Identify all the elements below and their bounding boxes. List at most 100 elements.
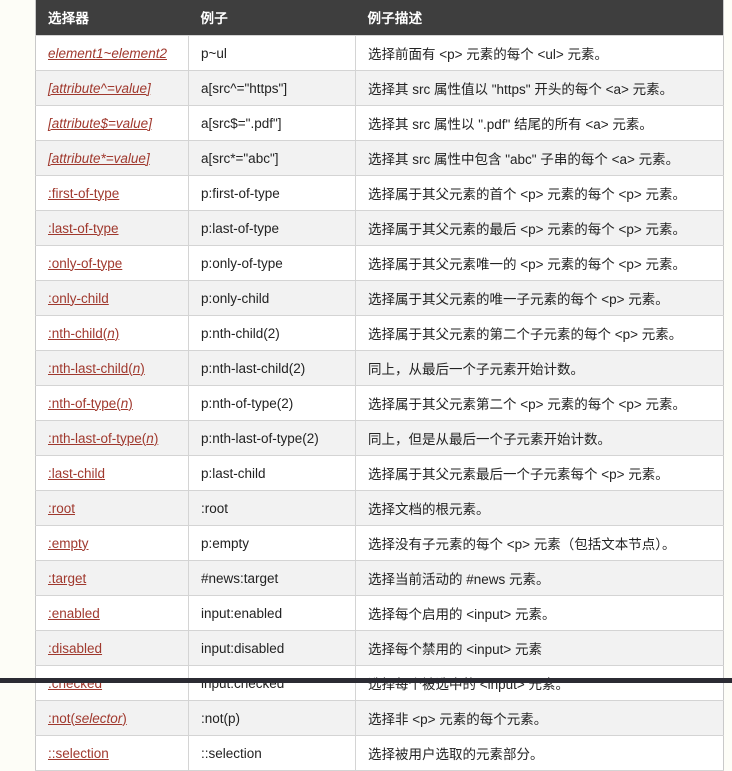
table-row: ::selection::selection 选择被用户选取的元素部分。 <box>35 735 724 771</box>
description-cell: 选择属于其父元素的第二个子元素的每个 <p> 元素。 <box>355 315 724 351</box>
description-cell: 选择前面有 <p> 元素的每个 <ul> 元素。 <box>355 35 724 71</box>
selector-link-prefix: :nth-of-type( <box>48 395 121 411</box>
description-cell: 选择属于其父元素的唯一子元素的每个 <p> 元素。 <box>355 280 724 316</box>
table-row: :target #news:target 选择当前活动的 #news 元素。 <box>35 560 724 596</box>
description-cell: 选择每个启用的 <input> 元素。 <box>355 595 724 631</box>
example-cell: p:first-of-type <box>188 175 356 211</box>
selector-cell: :last-child <box>35 455 189 491</box>
column-header-selector: 选择器 <box>35 0 189 36</box>
selector-cell: :first-of-type <box>35 175 189 211</box>
example-cell: ::selection <box>188 735 356 771</box>
table-row: [attribute$=value] a[src$=".pdf"] 选择其 src … <box>35 105 724 141</box>
selector-link[interactable]: :disabled <box>48 641 102 656</box>
example-cell: a[src*="abc"] <box>188 140 356 176</box>
selector-cell: [attribute$=value] <box>35 105 189 141</box>
description-cell: 选择每个被选中的 <input> 元素。 <box>355 665 724 701</box>
description-cell: 选择没有子元素的每个 <p> 元素（包括文本节点）。 <box>355 525 724 561</box>
example-cell: p:nth-child(2) <box>188 315 356 351</box>
selector-link[interactable]: [attribute*=value] <box>48 151 150 166</box>
selector-link[interactable]: :nth-child(n) <box>48 326 119 341</box>
selector-cell: :checked <box>35 665 189 701</box>
selector-cell: :target <box>35 560 189 596</box>
selector-cell: :only-of-type <box>35 245 189 281</box>
description-cell: 同上，从最后一个子元素开始计数。 <box>355 350 724 386</box>
description-cell: 选择属于其父元素最后一个子元素每个 <p> 元素。 <box>355 455 724 491</box>
table-header: 选择器 例子 例子描述 <box>35 0 724 36</box>
selector-link[interactable]: :root <box>48 501 75 516</box>
selector-link-argument: n <box>107 325 115 341</box>
example-cell: p:only-child <box>188 280 356 316</box>
selector-cell: ::selection <box>35 735 189 771</box>
table-row: :last-of-type p:last-of-type 选择属于其父元素的最后 <… <box>35 210 724 246</box>
selector-link-suffix: ) <box>140 360 145 376</box>
example-cell: p:last-child <box>188 455 356 491</box>
selector-cell: :nth-last-of-type(n) <box>35 420 189 456</box>
selector-link[interactable]: ::selection <box>48 746 109 761</box>
selector-link[interactable]: :only-of-type <box>48 256 122 271</box>
selector-link[interactable]: :empty <box>48 536 89 551</box>
selector-link[interactable]: :nth-last-of-type(n) <box>48 431 158 446</box>
description-cell: 选择文档的根元素。 <box>355 490 724 526</box>
description-cell: 同上，但是从最后一个子元素开始计数。 <box>355 420 724 456</box>
selector-cell: :nth-of-type(n) <box>35 385 189 421</box>
column-header-example: 例子 <box>188 0 356 36</box>
selector-link-suffix: ) <box>128 395 133 411</box>
table-row: :first-of-type p:first-of-type 选择属于其父元素的首个… <box>35 175 724 211</box>
example-cell: a[src^="https"] <box>188 70 356 106</box>
table-row: :empty p:empty 选择没有子元素的每个 <p> 元素（包括文本节点）。 <box>35 525 724 561</box>
selector-link-prefix: :nth-last-of-type( <box>48 430 147 446</box>
selector-link[interactable]: :last-child <box>48 466 105 481</box>
description-cell: 选择被用户选取的元素部分。 <box>355 735 724 771</box>
table-row: [attribute*=value] a[src*="abc"] 选择其 src 属… <box>35 140 724 176</box>
selector-cell: :root <box>35 490 189 526</box>
table-row: [attribute^=value] a[src^="https"] 选择其 src… <box>35 70 724 106</box>
selector-link[interactable]: :only-child <box>48 291 109 306</box>
table-body: element1~element2 p~ul 选择前面有 <p> 元素的每个 <ul… <box>35 35 724 771</box>
selector-cell: :enabled <box>35 595 189 631</box>
example-cell: :not(p) <box>188 700 356 736</box>
selector-link[interactable]: [attribute^=value] <box>48 81 151 96</box>
table-row: :not(selector) :not(p) 选择非 <p> 元素的每个元素。 <box>35 700 724 736</box>
selector-link[interactable]: :target <box>48 571 86 586</box>
example-cell: a[src$=".pdf"] <box>188 105 356 141</box>
example-cell: p~ul <box>188 35 356 71</box>
selector-cell: :not(selector) <box>35 700 189 736</box>
example-cell: #news:target <box>188 560 356 596</box>
selector-cell: :nth-last-child(n) <box>35 350 189 386</box>
description-cell: 选择非 <p> 元素的每个元素。 <box>355 700 724 736</box>
selector-cell: :nth-child(n) <box>35 315 189 351</box>
selector-cell: element1~element2 <box>35 35 189 71</box>
example-cell: p:nth-last-of-type(2) <box>188 420 356 456</box>
table-row: :nth-of-type(n) p:nth-of-type(2) 选择属于其父元素第… <box>35 385 724 421</box>
table-header-row: 选择器 例子 例子描述 <box>35 0 724 36</box>
example-cell: :root <box>188 490 356 526</box>
selector-cell: :only-child <box>35 280 189 316</box>
selector-link-prefix: :nth-child( <box>48 325 108 341</box>
selector-cell: :empty <box>35 525 189 561</box>
description-cell: 选择属于其父元素的最后 <p> 元素的每个 <p> 元素。 <box>355 210 724 246</box>
table-row: :nth-last-of-type(n) p:nth-last-of-type(2… <box>35 420 724 456</box>
selector-link[interactable]: :nth-of-type(n) <box>48 396 133 411</box>
example-cell: p:nth-of-type(2) <box>188 385 356 421</box>
example-cell: p:last-of-type <box>188 210 356 246</box>
selector-link-suffix: ) <box>122 710 127 726</box>
css-selector-reference-table: 选择器 例子 例子描述 element1~element2 p~ul 选择前面有 <… <box>35 0 724 771</box>
selector-link-suffix: ) <box>153 430 159 446</box>
selector-link-argument: selector <box>75 710 123 726</box>
selector-link[interactable]: :first-of-type <box>48 186 119 201</box>
table-row: :only-of-type p:only-of-type 选择属于其父元素唯一的 <… <box>35 245 724 281</box>
example-cell: p:only-of-type <box>188 245 356 281</box>
table-row: :nth-last-child(n) p:nth-last-child(2) 同上，… <box>35 350 724 386</box>
selector-link[interactable]: :last-of-type <box>48 221 119 236</box>
selector-link[interactable]: element1~element2 <box>48 46 167 61</box>
description-cell: 选择其 src 属性以 ".pdf" 结尾的所有 <a> 元素。 <box>355 105 724 141</box>
selector-link-prefix: :nth-last-child( <box>48 360 133 376</box>
selector-link[interactable]: :nth-last-child(n) <box>48 361 145 376</box>
left-gutter <box>0 0 35 683</box>
description-cell: 选择属于其父元素的首个 <p> 元素的每个 <p> 元素。 <box>355 175 724 211</box>
example-cell: p:empty <box>188 525 356 561</box>
selector-link[interactable]: :not(selector) <box>48 711 127 726</box>
selector-link[interactable]: [attribute$=value] <box>48 116 152 131</box>
selector-link[interactable]: :enabled <box>48 606 100 621</box>
description-cell: 选择属于其父元素唯一的 <p> 元素的每个 <p> 元素。 <box>355 245 724 281</box>
